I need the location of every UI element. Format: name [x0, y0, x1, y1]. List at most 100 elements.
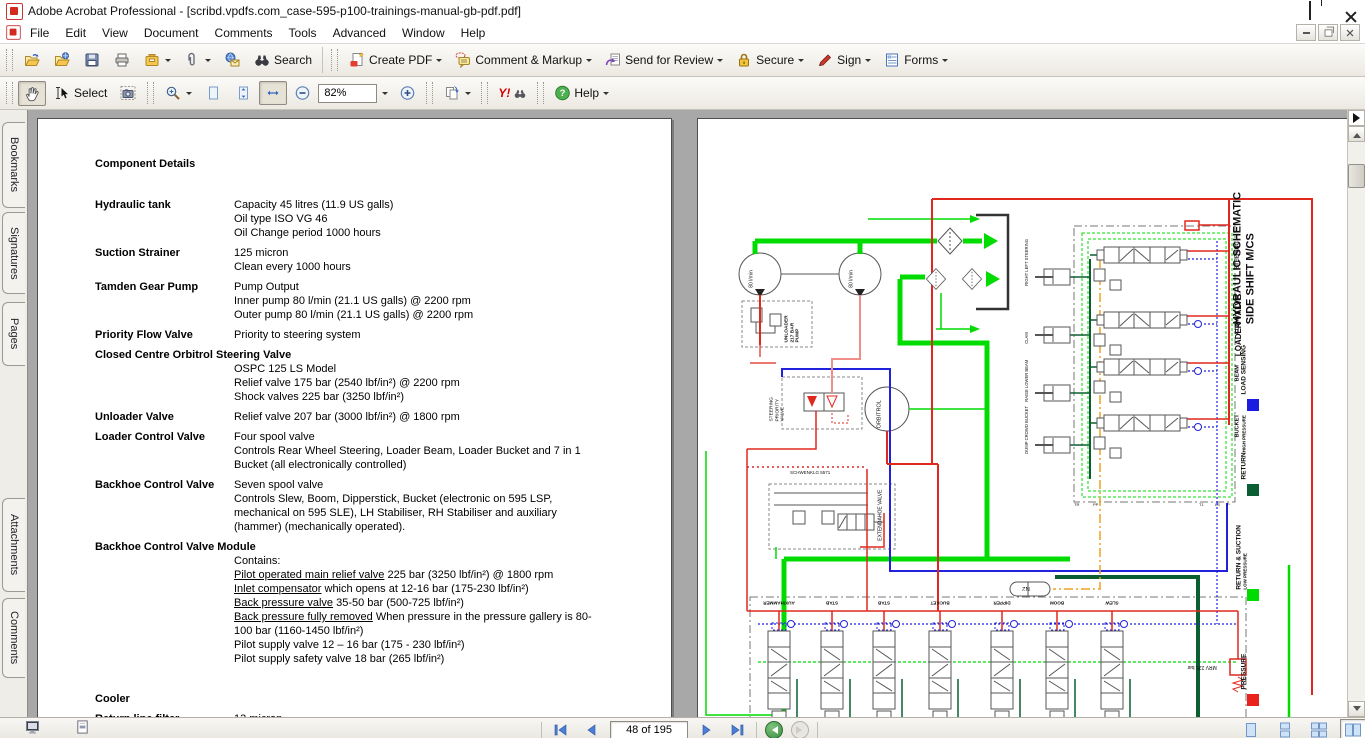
email-button[interactable] — [218, 48, 246, 72]
toolbar-grip[interactable] — [147, 82, 154, 104]
zoom-in-button[interactable] — [394, 81, 421, 105]
toolbar-grip[interactable] — [331, 49, 338, 71]
toolbar-grip[interactable] — [6, 49, 13, 71]
document-viewport[interactable]: Component Details Hydraulic tankCapacity… — [28, 110, 1347, 717]
create-pdf-icon — [348, 52, 366, 68]
single-page-layout-button[interactable] — [1238, 719, 1264, 738]
menu-file[interactable]: File — [22, 24, 57, 42]
page-indicator-field[interactable]: 48 of 195 — [610, 721, 688, 738]
scroll-up-button[interactable] — [1348, 126, 1365, 142]
help-button[interactable]: ?Help — [549, 81, 614, 105]
menu-advanced[interactable]: Advanced — [325, 24, 394, 42]
zoom-level-value[interactable]: 82% — [318, 84, 377, 103]
next-view-button[interactable] — [791, 721, 809, 738]
extendahoe-valve-label: EXTENDAHOE VALVE — [878, 490, 884, 541]
snapshot-camera-icon — [119, 85, 137, 101]
yahoo-search-button[interactable]: Y! — [493, 82, 532, 104]
mdi-close-button[interactable] — [1340, 24, 1360, 41]
fit-page-button[interactable] — [229, 81, 257, 105]
dropdown-caret — [186, 92, 192, 98]
toolbar-grip[interactable] — [537, 82, 544, 104]
last-page-button[interactable] — [726, 720, 748, 738]
mdi-restore-button[interactable] — [1318, 24, 1338, 41]
fit-width-icon — [264, 85, 282, 101]
first-page-button[interactable] — [550, 720, 572, 738]
secure-button[interactable]: Secure — [730, 48, 809, 72]
menu-edit[interactable]: Edit — [57, 24, 94, 42]
organizer-button[interactable] — [138, 48, 176, 72]
search-button[interactable]: Search — [248, 48, 317, 72]
previous-view-button[interactable] — [765, 721, 783, 738]
attach-button[interactable] — [178, 48, 216, 72]
menu-tools[interactable]: Tools — [281, 24, 325, 42]
dropdown-caret — [165, 59, 171, 65]
menu-document[interactable]: Document — [136, 24, 207, 42]
snapshot-button[interactable] — [114, 81, 142, 105]
comment-markup-button[interactable]: Comment & Markup — [449, 48, 597, 72]
zoom-out-button[interactable] — [289, 81, 316, 105]
doc-term: Loader Control Valve — [95, 430, 205, 444]
sidebar-tab-bookmarks[interactable]: Bookmarks — [2, 122, 25, 208]
zoom-level-combo[interactable]: 82% — [318, 83, 392, 104]
menu-comments[interactable]: Comments — [207, 24, 281, 42]
restore-button[interactable] — [1309, 2, 1311, 20]
scroll-down-button[interactable] — [1348, 701, 1365, 717]
next-page-button[interactable] — [696, 720, 718, 738]
pane-toggle-button[interactable] — [1348, 110, 1365, 126]
page-navigation-button[interactable] — [438, 81, 476, 105]
zoom-in-tool-button[interactable] — [159, 81, 197, 105]
menu-view[interactable]: View — [94, 24, 136, 42]
scroll-up-icon — [1353, 129, 1361, 138]
sidebar-tab-attachments[interactable]: Attachments — [2, 498, 25, 592]
send-for-review-button[interactable]: Send for Review — [599, 48, 728, 72]
orbitrol-label: ORBITROL — [877, 400, 883, 428]
doc-definition-row: Tamden Gear PumpPump OutputInner pump 80… — [95, 280, 663, 322]
menu-bar: FileEditViewDocumentCommentsToolsAdvance… — [0, 22, 1365, 44]
sidebar-tab-comments[interactable]: Comments — [2, 598, 25, 678]
doc-term: Hydraulic tank — [95, 198, 171, 212]
sidebar-tab-pages[interactable]: Pages — [2, 302, 25, 366]
status-bar: 48 of 195 — [0, 717, 1365, 738]
hand-tool-button[interactable] — [18, 81, 46, 106]
toolbar-grip[interactable] — [6, 82, 13, 104]
mdi-minimize-button[interactable] — [1296, 24, 1316, 41]
menu-help[interactable]: Help — [453, 24, 494, 42]
vertical-scrollbar[interactable] — [1347, 110, 1365, 717]
open-web-icon — [53, 52, 71, 68]
facing-layout-button[interactable] — [1340, 719, 1365, 738]
scrollbar-track[interactable] — [1348, 142, 1365, 701]
create-pdf-button[interactable]: Create PDF — [343, 48, 447, 72]
open-web-button[interactable] — [48, 48, 76, 72]
menu-window[interactable]: Window — [394, 24, 453, 42]
actual-size-button[interactable] — [199, 81, 227, 105]
sidebar-tab-signatures[interactable]: Signatures — [2, 212, 25, 294]
sign-button[interactable]: Sign — [811, 48, 876, 72]
continuous-layout-button[interactable] — [1272, 719, 1298, 738]
doc-term: Component Details — [95, 157, 663, 171]
zoom-level-dropdown[interactable] — [377, 83, 392, 104]
print-button[interactable] — [108, 48, 136, 72]
fit-width-button[interactable] — [259, 81, 287, 105]
toolbar-grip[interactable] — [481, 82, 488, 104]
open-button[interactable] — [18, 48, 46, 72]
select-tool-button[interactable]: Select — [48, 81, 112, 105]
monitor-icon — [24, 719, 41, 735]
doc-line: Clean every 1000 hours — [234, 260, 663, 274]
fit-height-icon — [234, 85, 252, 101]
doc-line: Seven spool valve — [234, 478, 663, 492]
doc-line: Priority to steering system — [234, 328, 663, 342]
paperclip-icon — [183, 52, 201, 68]
previous-page-button[interactable] — [580, 720, 602, 738]
forms-button[interactable]: Forms — [878, 48, 953, 72]
screen-mode-button[interactable] — [24, 719, 41, 738]
lock-icon — [735, 52, 753, 68]
page-size-button[interactable] — [75, 719, 90, 738]
document-page-left: Component Details Hydraulic tankCapacity… — [37, 118, 672, 717]
minus-circle-icon — [294, 85, 311, 101]
continuous-facing-layout-button[interactable] — [1306, 719, 1332, 738]
doc-definition-row: Hydraulic tankCapacity 45 litres (11.9 U… — [95, 198, 663, 240]
scrollbar-thumb[interactable] — [1348, 164, 1365, 188]
save-button[interactable] — [78, 48, 106, 72]
toolbar-grip[interactable] — [426, 82, 433, 104]
n2-accumulator-label: N2 — [1016, 584, 1036, 591]
